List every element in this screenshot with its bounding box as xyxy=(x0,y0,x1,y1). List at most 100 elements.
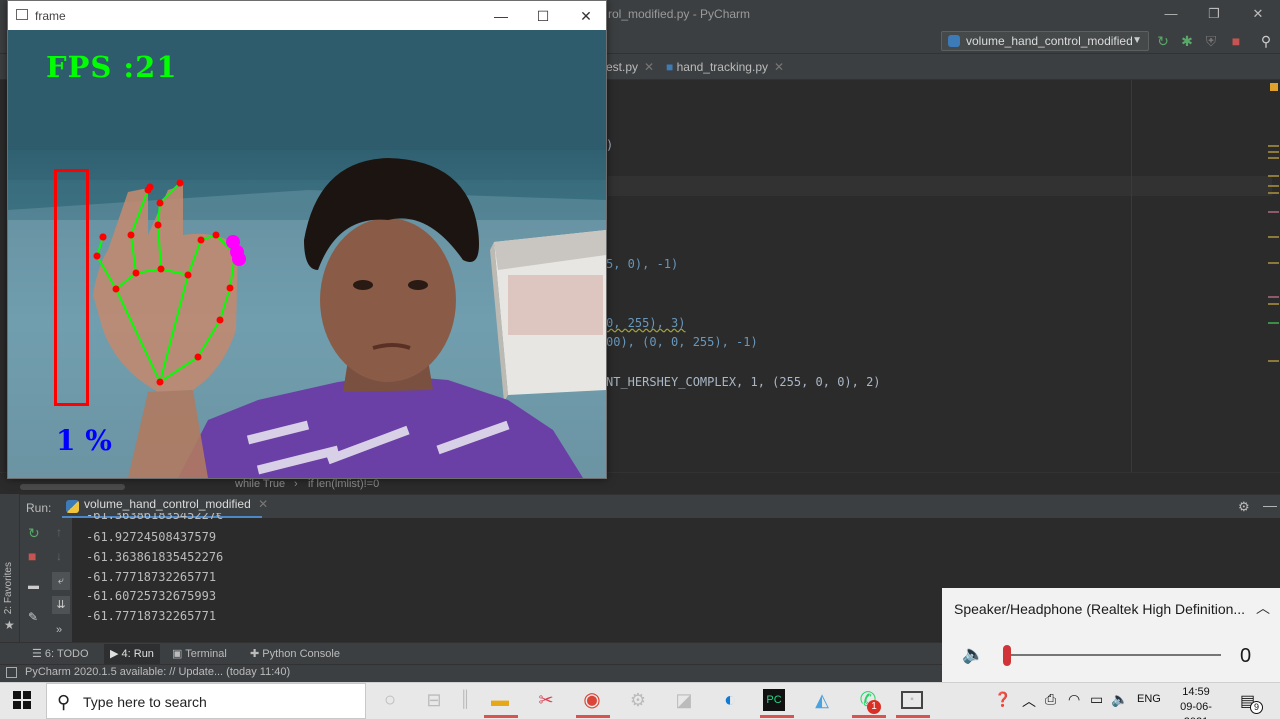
error-stripe-mark[interactable] xyxy=(1268,175,1279,177)
breadcrumb-item[interactable]: if len(lmlist)!=0 xyxy=(308,478,379,490)
battery-icon[interactable]: ▭ xyxy=(1090,691,1103,708)
edge-icon[interactable]: ◐ xyxy=(717,688,743,712)
hand-skeleton-line xyxy=(135,268,162,274)
more-icon[interactable]: » xyxy=(56,624,62,636)
close-icon[interactable]: ✕ xyxy=(644,60,654,74)
audio-device-name[interactable]: Speaker/Headphone (Realtek High Definiti… xyxy=(954,601,1245,617)
minimize-button[interactable]: — xyxy=(486,6,516,26)
notification-count: 9 xyxy=(1250,701,1263,714)
windows-start-icon[interactable] xyxy=(12,690,32,710)
frame-title-bar[interactable]: frame — ☐ ✕ xyxy=(8,1,606,30)
volume-icon[interactable]: 🔈 xyxy=(1111,691,1128,708)
inspection-warning-icon[interactable] xyxy=(1270,83,1278,91)
error-stripe-mark[interactable] xyxy=(1268,145,1279,147)
console-line: -61.363861835452276 xyxy=(86,550,224,564)
play-icon: ▶ xyxy=(110,648,122,660)
frame-window[interactable]: frame — ☐ ✕ FPS:21 1 % xyxy=(7,0,607,479)
task-view-icon[interactable]: ⊟ xyxy=(421,688,447,712)
snipping-tool-icon[interactable]: ✂ xyxy=(533,688,559,712)
file-explorer-icon[interactable]: ▬ xyxy=(487,688,513,712)
favorites-tab[interactable]: 2: Favorites xyxy=(3,562,14,614)
debug-icon[interactable]: ✱ xyxy=(1179,33,1195,49)
console-line: -61.77718732265771 xyxy=(86,570,217,584)
close-button[interactable]: ✕ xyxy=(1243,4,1273,24)
up-arrow-icon[interactable]: ↑ xyxy=(56,525,62,539)
error-stripe-mark[interactable] xyxy=(1268,192,1279,194)
error-stripe-mark[interactable] xyxy=(1268,303,1279,305)
app-icon[interactable]: ◭ xyxy=(809,688,835,712)
close-icon[interactable]: ✕ xyxy=(258,497,268,511)
stop-icon[interactable]: ■ xyxy=(28,548,36,564)
clock[interactable]: 14:59 09-06-2021 xyxy=(1170,685,1222,719)
tab-python-console[interactable]: ✚ Python Console xyxy=(250,647,340,660)
error-stripe-mark[interactable] xyxy=(1268,262,1279,264)
taskbar-search-box[interactable]: ⚲ Type here to search xyxy=(46,683,366,719)
active-app-indicator xyxy=(576,715,610,718)
coverage-icon[interactable]: ⛨ xyxy=(1203,33,1219,49)
volume-slider-track[interactable] xyxy=(1007,654,1221,656)
hand-landmark-point xyxy=(154,221,162,229)
maximize-button[interactable]: ☐ xyxy=(528,6,558,26)
chevron-up-icon[interactable]: ︿ xyxy=(1256,598,1270,618)
window-icon xyxy=(16,9,28,20)
hand-skeleton-line xyxy=(219,287,231,321)
tab-test-py[interactable]: est.py ✕ xyxy=(606,60,654,74)
pycharm-icon[interactable]: PC xyxy=(763,689,785,711)
rerun-icon[interactable]: ↻ xyxy=(28,525,40,542)
close-button[interactable]: ✕ xyxy=(571,6,601,26)
sticky-notes-icon[interactable]: ◪ xyxy=(671,688,697,712)
chrome-icon[interactable]: ◉ xyxy=(579,688,605,712)
error-stripe-mark[interactable] xyxy=(1268,360,1279,362)
error-stripe-mark[interactable] xyxy=(1268,157,1279,159)
rerun-icon[interactable]: ↻ xyxy=(1155,33,1171,49)
tool-window-toggle-icon[interactable] xyxy=(6,667,17,678)
stop-icon[interactable]: ■ xyxy=(1228,33,1244,49)
active-app-indicator xyxy=(852,715,886,718)
pin-icon[interactable]: ✎ xyxy=(28,610,38,624)
active-app-indicator xyxy=(484,715,518,718)
meet-now-icon[interactable]: ⎙ xyxy=(1045,691,1056,708)
code-line: 5, 0), -1) xyxy=(606,257,679,271)
down-arrow-icon[interactable]: ↓ xyxy=(56,549,62,563)
code-editor[interactable] xyxy=(608,80,1280,472)
close-icon[interactable]: ✕ xyxy=(774,60,784,74)
search-icon[interactable]: ⚲ xyxy=(1258,33,1274,49)
volume-slider-thumb[interactable] xyxy=(1003,645,1011,666)
search-placeholder: Type here to search xyxy=(83,694,207,710)
error-stripe-mark[interactable] xyxy=(1268,185,1279,187)
soft-wrap-icon[interactable]: ⤶ xyxy=(52,572,70,590)
error-stripe-mark[interactable] xyxy=(1268,211,1279,213)
minimize-button[interactable]: — xyxy=(1156,4,1186,24)
hand-landmark-point xyxy=(93,252,101,260)
settings-icon[interactable]: ⚙ xyxy=(625,688,651,712)
language-indicator[interactable]: ENG xyxy=(1137,693,1161,705)
tab-run[interactable]: ▶ 4: Run xyxy=(104,644,160,664)
code-line: 00), (0, 0, 255), -1) xyxy=(606,335,758,349)
gear-icon[interactable]: ⚙ xyxy=(1238,499,1250,515)
run-config-dropdown[interactable]: volume_hand_control_modified ▼ xyxy=(941,31,1149,51)
error-stripe-mark[interactable] xyxy=(1268,236,1279,238)
wifi-icon[interactable]: ◠ xyxy=(1068,691,1080,708)
chevron-up-icon[interactable]: ︿ xyxy=(1022,691,1036,711)
notification-badge: 1 xyxy=(867,700,881,714)
terminal-icon: ▣ xyxy=(172,648,186,660)
error-stripe-mark[interactable] xyxy=(1268,322,1279,324)
error-stripe-mark[interactable] xyxy=(1268,151,1279,153)
console-line: -61.36386183545227€ xyxy=(86,513,224,521)
tab-hand-tracking[interactable]: ■ hand_tracking.py ✕ xyxy=(666,60,784,74)
tab-todo[interactable]: ☰ 6: TODO xyxy=(32,647,89,660)
tab-terminal[interactable]: ▣ Terminal xyxy=(172,647,227,660)
speaker-icon[interactable]: 🔈 xyxy=(962,644,984,665)
status-message[interactable]: PyCharm 2020.1.5 available: // Update...… xyxy=(25,666,290,678)
breadcrumb-item[interactable]: while True xyxy=(235,478,285,490)
restore-button[interactable]: ❐ xyxy=(1199,4,1229,24)
minimize-panel-icon[interactable]: — xyxy=(1263,497,1277,513)
frame-window-icon[interactable]: ▪ xyxy=(901,691,923,709)
hand-skeleton-line xyxy=(187,239,202,276)
scroll-to-end-icon[interactable]: ⇊ xyxy=(52,596,70,614)
help-icon[interactable]: ❓ xyxy=(994,691,1011,708)
horizontal-scrollbar[interactable] xyxy=(20,484,125,490)
error-stripe-mark[interactable] xyxy=(1268,296,1279,298)
layout-icon[interactable]: ▬ xyxy=(28,580,39,592)
cortana-icon[interactable]: ○ xyxy=(377,688,403,712)
